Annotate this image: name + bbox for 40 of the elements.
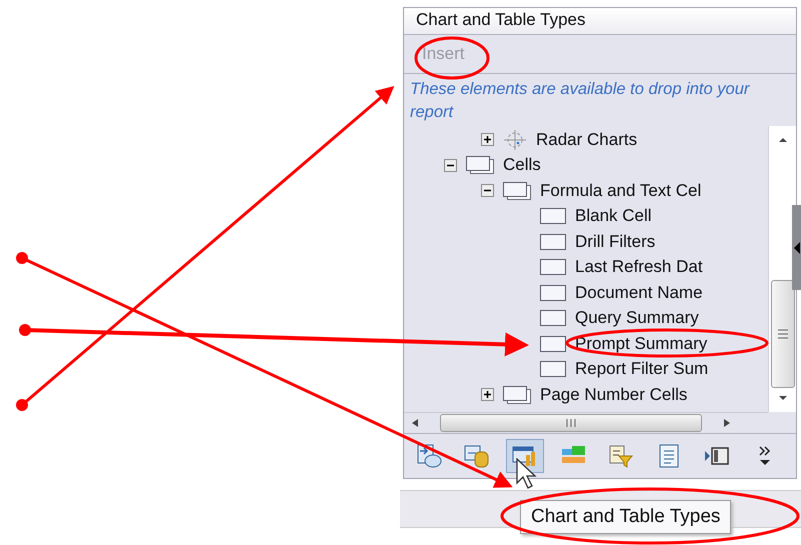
scroll-up-icon[interactable] (776, 136, 788, 144)
panel-title: Chart and Table Types (404, 8, 796, 35)
stacked-cells-icon (465, 155, 495, 176)
scroll-thumb[interactable] (770, 280, 794, 388)
expander-toggle[interactable] (481, 184, 494, 198)
splitter-handle[interactable] (792, 205, 801, 290)
crosshair-icon (502, 128, 528, 151)
cell-icon (539, 207, 567, 226)
description-text: These elements are available to drop into your report (409, 79, 751, 123)
scroll-left-icon[interactable] (410, 417, 420, 429)
stacked-cells-icon (502, 180, 532, 201)
tree-item[interactable]: Formula and Text Cel (540, 180, 702, 201)
tree-item[interactable]: Cells (503, 155, 541, 176)
scroll-thumb[interactable] (440, 414, 702, 432)
tree-item[interactable]: Last Refresh Dat (575, 257, 703, 278)
tree-item[interactable]: Radar Charts (536, 130, 638, 150)
tree-item[interactable]: Query Summary (575, 308, 699, 328)
toolbar-icon[interactable] (506, 439, 544, 473)
expander-toggle[interactable] (481, 133, 494, 146)
scroll-down-icon[interactable] (776, 394, 788, 402)
vertical-scrollbar[interactable] (768, 126, 796, 412)
stacked-cells-icon (502, 384, 532, 405)
expander-toggle[interactable] (481, 388, 494, 402)
cell-icon (539, 284, 567, 302)
tree-item[interactable]: Blank Cell (575, 206, 652, 226)
cell-icon (539, 309, 567, 328)
horizontal-scrollbar[interactable] (404, 412, 768, 433)
cell-icon (539, 232, 567, 251)
tree-item[interactable]: Prompt Summary (575, 334, 708, 354)
mouse-cursor-icon (516, 458, 538, 490)
tree-item[interactable]: Page Number Cells (540, 384, 688, 405)
tree-item[interactable]: Report Filter Sum (575, 359, 708, 380)
tree-item[interactable]: Document Name (575, 282, 703, 303)
expander-toggle[interactable] (444, 158, 457, 172)
scroll-right-icon[interactable] (722, 417, 732, 429)
tree-item[interactable]: Drill Filters (575, 232, 656, 252)
cell-icon (539, 258, 567, 276)
cell-icon (539, 360, 567, 378)
cell-icon (539, 334, 567, 353)
tooltip: Chart and Table Types (520, 500, 732, 534)
